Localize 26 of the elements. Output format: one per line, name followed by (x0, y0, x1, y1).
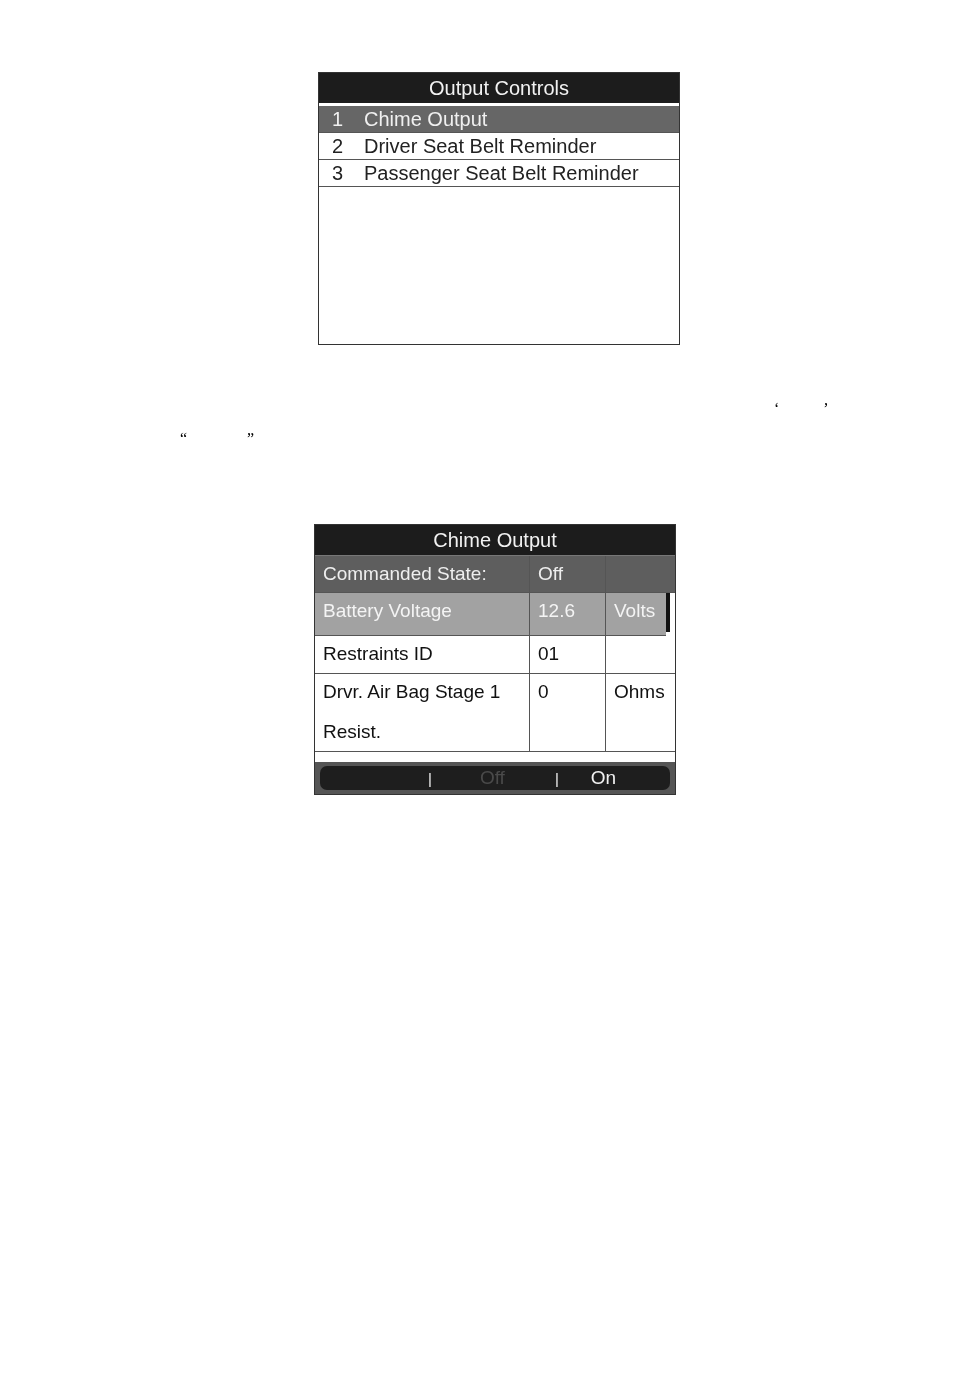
parameter-name: Battery Voltage (323, 600, 452, 621)
data-row[interactable]: Commanded State: Off (315, 556, 675, 593)
parameter-value: 01 (538, 643, 560, 664)
parameter-value: 0 (538, 681, 549, 702)
data-row[interactable]: Restraints ID 01 (315, 636, 675, 674)
quote-mark: “ (180, 430, 188, 449)
parameter-unit: Ohms (614, 681, 665, 702)
parameter-value: 12.6 (538, 600, 575, 621)
separator: | (428, 769, 432, 787)
separator: | (554, 769, 559, 787)
menu-item[interactable]: 3 Passenger Seat Belt Reminder (319, 160, 679, 187)
parameter-unit: Volts (614, 600, 656, 621)
quote-mark: ” (247, 430, 255, 449)
scrollbar[interactable] (666, 593, 670, 632)
parameter-name: Commanded State: (323, 563, 487, 584)
screen-title: Chime Output (315, 525, 675, 556)
quote-mark: ’ (823, 400, 829, 419)
screen-title: Output Controls (319, 73, 679, 106)
data-row[interactable]: Drvr. Air Bag Stage 1 Resist. 0 Ohms (315, 674, 675, 752)
softkey[interactable]: On (590, 767, 617, 789)
menu-item[interactable]: 2 Driver Seat Belt Reminder (319, 133, 679, 160)
quote-mark: ‘ (774, 400, 780, 419)
parameter-name: Restraints ID (323, 643, 433, 664)
parameter-name: Drvr. Air Bag Stage 1 Resist. (323, 680, 502, 744)
parameter-value: Off (538, 563, 563, 584)
menu-item[interactable]: 1 Chime Output (319, 106, 679, 133)
